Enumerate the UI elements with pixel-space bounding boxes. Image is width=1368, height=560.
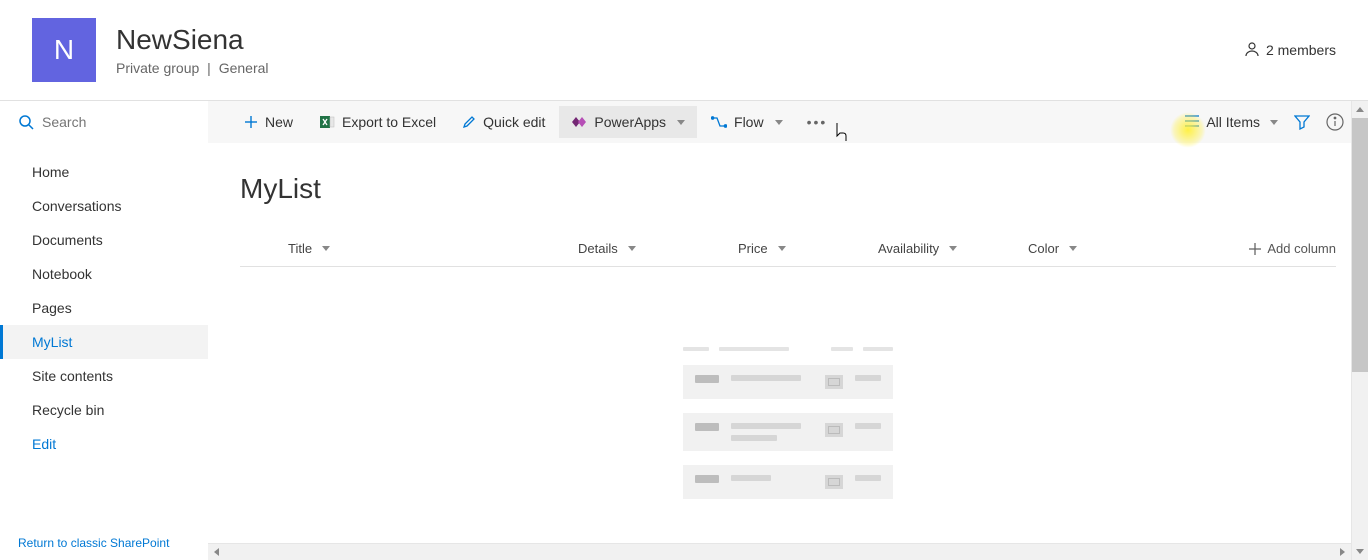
members-icon (1244, 41, 1260, 60)
body-area: Home Conversations Documents Notebook Pa… (0, 100, 1368, 560)
filter-button[interactable] (1294, 114, 1310, 130)
plus-icon (244, 115, 258, 129)
powerapps-label: PowerApps (594, 114, 666, 130)
chevron-down-icon (949, 246, 957, 251)
site-header: N NewSiena Private group | General 2 mem… (0, 0, 1368, 100)
chevron-down-icon (775, 120, 783, 125)
pencil-icon (462, 115, 476, 129)
command-bar: New Export to Excel Quick edit (208, 101, 1368, 143)
info-button[interactable] (1326, 113, 1344, 131)
search-icon (18, 114, 34, 130)
new-button[interactable]: New (232, 106, 305, 138)
nav-item-home[interactable]: Home (0, 155, 208, 189)
more-actions-button[interactable]: ••• (797, 106, 838, 138)
site-subtitle: Private group | General (116, 60, 269, 76)
column-header-price[interactable]: Price (738, 241, 878, 256)
column-header-details[interactable]: Details (578, 241, 738, 256)
list-view-icon (1184, 114, 1200, 131)
chevron-down-icon (1069, 246, 1077, 251)
site-logo-initial: N (54, 34, 74, 66)
view-label: All Items (1206, 114, 1260, 130)
chevron-down-icon (677, 120, 685, 125)
flow-label: Flow (734, 114, 764, 130)
skeleton-row (683, 465, 893, 499)
skeleton-header (683, 347, 893, 351)
search-input[interactable] (42, 114, 190, 130)
toolbar-right: All Items (1184, 113, 1344, 131)
pipe-separator: | (207, 60, 211, 76)
main-area: New Export to Excel Quick edit (208, 101, 1368, 560)
chevron-down-icon (322, 246, 330, 251)
scroll-left-button[interactable] (208, 544, 225, 560)
list-content: MyList Title Details Price Availability (208, 143, 1368, 560)
members-count-label: 2 members (1266, 42, 1336, 58)
vertical-scrollbar[interactable] (1351, 101, 1368, 560)
return-classic-link[interactable]: Return to classic SharePoint (18, 536, 169, 550)
nav-item-pages[interactable]: Pages (0, 291, 208, 325)
scroll-right-button[interactable] (1334, 544, 1351, 560)
skeleton-row (683, 413, 893, 451)
powerapps-icon (571, 115, 587, 129)
column-title-label: Title (288, 241, 312, 256)
powerapps-button[interactable]: PowerApps (559, 106, 697, 138)
list-title: MyList (240, 173, 1336, 205)
chevron-down-icon (1270, 120, 1278, 125)
search-box[interactable] (0, 101, 208, 143)
nav-item-notebook[interactable]: Notebook (0, 257, 208, 291)
column-color-label: Color (1028, 241, 1059, 256)
export-label: Export to Excel (342, 114, 436, 130)
members-link[interactable]: 2 members (1244, 41, 1336, 60)
skeleton-row (683, 365, 893, 399)
export-excel-button[interactable]: Export to Excel (307, 106, 448, 138)
scroll-thumb[interactable] (1352, 118, 1368, 372)
nav-item-conversations[interactable]: Conversations (0, 189, 208, 223)
scroll-up-button[interactable] (1352, 101, 1368, 118)
nav-item-recycle-bin[interactable]: Recycle bin (0, 393, 208, 427)
scroll-down-button[interactable] (1352, 543, 1368, 560)
nav-edit-link[interactable]: Edit (0, 427, 208, 461)
chevron-down-icon (778, 246, 786, 251)
left-sidebar: Home Conversations Documents Notebook Pa… (0, 101, 208, 560)
column-header-availability[interactable]: Availability (878, 241, 1028, 256)
new-label: New (265, 114, 293, 130)
quick-edit-label: Quick edit (483, 114, 545, 130)
excel-icon (319, 114, 335, 130)
add-column-label: Add column (1267, 241, 1336, 256)
flow-icon (711, 115, 727, 129)
header-left: N NewSiena Private group | General (32, 18, 269, 82)
site-classification: General (219, 60, 269, 76)
toolbar-left: New Export to Excel Quick edit (232, 106, 1180, 138)
column-availability-label: Availability (878, 241, 939, 256)
site-privacy: Private group (116, 60, 199, 76)
nav-item-mylist[interactable]: MyList (0, 325, 208, 359)
columns-header-row: Title Details Price Availability Color (240, 233, 1336, 267)
chevron-down-icon (628, 246, 636, 251)
nav-list: Home Conversations Documents Notebook Pa… (0, 155, 208, 461)
horizontal-scrollbar[interactable] (208, 543, 1351, 560)
site-meta: NewSiena Private group | General (116, 24, 269, 76)
empty-list-placeholder (683, 347, 893, 499)
nav-item-documents[interactable]: Documents (0, 223, 208, 257)
site-title[interactable]: NewSiena (116, 24, 269, 56)
flow-button[interactable]: Flow (699, 106, 795, 138)
quick-edit-button[interactable]: Quick edit (450, 106, 557, 138)
site-logo[interactable]: N (32, 18, 96, 82)
column-price-label: Price (738, 241, 768, 256)
column-header-color[interactable]: Color (1028, 241, 1168, 256)
column-details-label: Details (578, 241, 618, 256)
view-selector[interactable]: All Items (1184, 114, 1278, 131)
nav-item-site-contents[interactable]: Site contents (0, 359, 208, 393)
add-column-button[interactable]: Add column (1249, 241, 1336, 256)
column-header-title[interactable]: Title (288, 241, 578, 256)
